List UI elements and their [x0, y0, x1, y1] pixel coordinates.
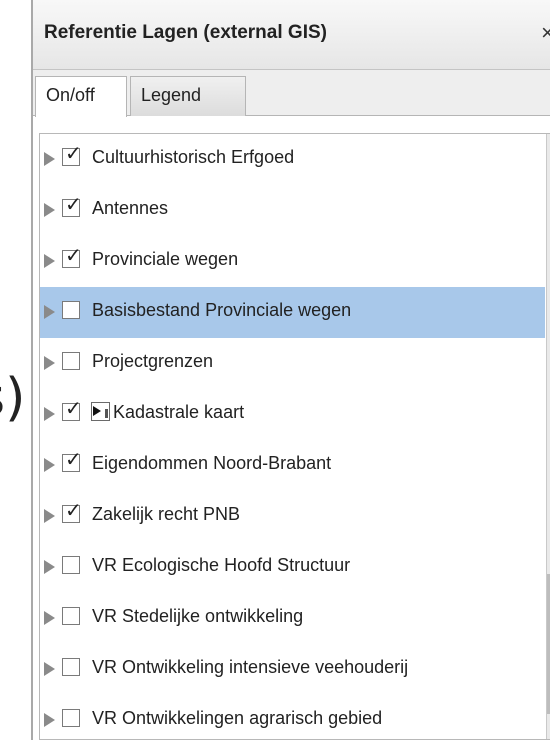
expand-arrow-icon[interactable] — [44, 305, 55, 319]
layer-checkbox[interactable] — [62, 607, 80, 625]
layer-row[interactable]: Projectgrenzen — [40, 338, 545, 389]
layer-label: Kadastrale kaart — [113, 402, 245, 422]
layer-list: ✓ Cultuurhistorisch Erfgoed ✓ Antennes ✓ Prov… — [39, 133, 550, 740]
layer-checkbox[interactable] — [62, 709, 80, 727]
expand-arrow-icon[interactable] — [44, 203, 55, 217]
layer-label: Provinciale wegen — [92, 249, 239, 269]
expand-arrow-icon[interactable] — [44, 458, 55, 472]
layer-checkbox[interactable]: ✓ — [62, 143, 82, 166]
layer-checkbox[interactable] — [62, 301, 80, 319]
layer-label: Basisbestand Provinciale wegen — [92, 300, 352, 320]
layer-checkbox[interactable] — [62, 352, 80, 370]
expand-arrow-icon[interactable] — [44, 254, 55, 268]
layer-label: Projectgrenzen — [92, 351, 214, 371]
vertical-scrollbar[interactable] — [546, 134, 550, 739]
close-icon[interactable]: × — [541, 20, 550, 46]
layer-checkbox[interactable] — [62, 658, 80, 676]
layer-label: VR Ontwikkelingen agrarisch gebied — [92, 708, 383, 728]
checkmark-icon: ✓ — [65, 141, 82, 165]
layer-label: Cultuurhistorisch Erfgoed — [92, 147, 295, 167]
layer-label: Antennes — [92, 198, 169, 218]
layer-row[interactable]: Basisbestand Provinciale wegen — [40, 287, 545, 338]
expand-arrow-icon[interactable] — [44, 560, 55, 574]
expand-arrow-icon[interactable] — [44, 356, 55, 370]
layer-row[interactable]: VR Ontwikkelingen agrarisch gebied — [40, 695, 545, 739]
expand-arrow-icon[interactable] — [44, 713, 55, 727]
expand-arrow-icon[interactable] — [44, 407, 55, 421]
layer-label: Zakelijk recht PNB — [92, 504, 241, 524]
panel-title: Referentie Lagen (external GIS) — [44, 22, 327, 43]
layer-checkbox[interactable]: ✓ — [62, 398, 82, 421]
tab-on-off[interactable]: On/off — [35, 76, 127, 117]
layer-row[interactable]: ✓ Cultuurhistorisch Erfgoed — [40, 134, 545, 185]
layer-row[interactable]: ✓ Antennes — [40, 185, 545, 236]
layer-row[interactable]: ✓ Provinciale wegen — [40, 236, 545, 287]
layer-label: VR Ontwikkeling intensieve veehouderij — [92, 657, 409, 677]
checkmark-icon: ✓ — [65, 447, 82, 471]
layer-row[interactable]: ✓ Kadastrale kaart — [40, 389, 545, 440]
layer-row[interactable]: VR Ontwikkeling intensieve veehouderij — [40, 644, 545, 695]
layer-label: VR Ecologische Hoofd Structuur — [92, 555, 351, 575]
panel-titlebar: Referentie Lagen (external GIS) × — [33, 0, 550, 70]
tab-strip: On/off Legend — [33, 70, 550, 117]
expand-arrow-icon[interactable] — [44, 509, 55, 523]
layer-options-icon[interactable] — [91, 402, 110, 421]
checkmark-icon: ✓ — [65, 243, 82, 267]
layer-label: VR Stedelijke ontwikkeling — [92, 606, 304, 626]
layer-row[interactable]: ✓ Eigendommen Noord-Brabant — [40, 440, 545, 491]
expand-arrow-icon[interactable] — [44, 152, 55, 166]
stage: s) Referentie Lagen (external GIS) × On/… — [0, 0, 550, 740]
checkmark-icon: ✓ — [65, 396, 82, 420]
layer-row[interactable]: ✓ Zakelijk recht PNB — [40, 491, 545, 542]
layer-checkbox[interactable] — [62, 556, 80, 574]
expand-arrow-icon[interactable] — [44, 611, 55, 625]
layer-row[interactable]: VR Ecologische Hoofd Structuur — [40, 542, 545, 593]
layer-row[interactable]: VR Stedelijke ontwikkeling — [40, 593, 545, 644]
layer-label: Eigendommen Noord-Brabant — [92, 453, 332, 473]
background-text-fragment: s) — [0, 368, 26, 428]
layer-checkbox[interactable]: ✓ — [62, 245, 82, 268]
expand-arrow-icon[interactable] — [44, 662, 55, 676]
layer-checkbox[interactable]: ✓ — [62, 500, 82, 523]
checkmark-icon: ✓ — [65, 498, 82, 522]
layer-checkbox[interactable]: ✓ — [62, 449, 82, 472]
tab-legend[interactable]: Legend — [130, 76, 246, 116]
layer-checkbox[interactable]: ✓ — [62, 194, 82, 217]
checkmark-icon: ✓ — [65, 192, 82, 216]
reference-layers-panel: Referentie Lagen (external GIS) × On/off… — [31, 0, 550, 740]
